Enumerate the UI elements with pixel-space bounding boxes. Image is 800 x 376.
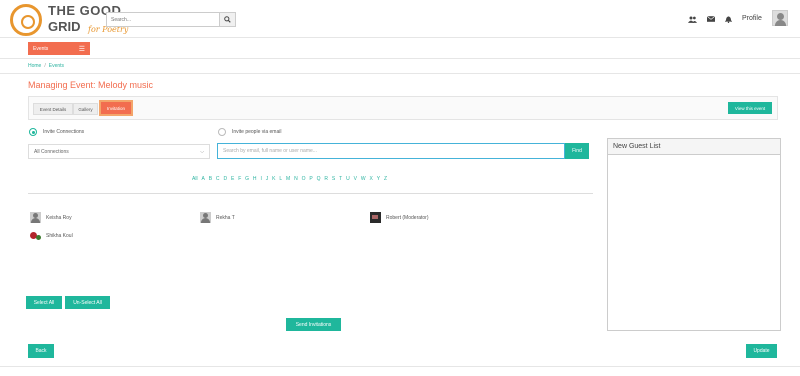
search-input[interactable] bbox=[107, 13, 219, 26]
alphabet-letter[interactable]: F bbox=[238, 176, 241, 182]
photo-icon bbox=[370, 212, 381, 223]
header-divider bbox=[0, 37, 800, 38]
alphabet-letter[interactable]: W bbox=[361, 176, 366, 182]
guest-list-title: New Guest List bbox=[608, 139, 780, 155]
alphabet-letter[interactable]: H bbox=[253, 176, 257, 182]
guest-item[interactable]: Rekha T bbox=[200, 212, 235, 223]
invite-connections-radio[interactable] bbox=[29, 128, 37, 136]
guest-search-placeholder: Search by email, full name or user name.… bbox=[223, 148, 317, 154]
alphabet-letter[interactable]: B bbox=[209, 176, 212, 182]
alphabet-letter[interactable]: Q bbox=[317, 176, 321, 182]
alphabet-letter[interactable]: M bbox=[286, 176, 290, 182]
breadcrumb-divider bbox=[0, 73, 800, 74]
tab-gallery[interactable]: Gallery bbox=[73, 103, 98, 115]
connections-select-value: All Connections bbox=[34, 148, 69, 155]
alphabet-letter[interactable]: S bbox=[332, 176, 335, 182]
search-button[interactable] bbox=[219, 13, 235, 26]
alphabet-letter[interactable]: A bbox=[201, 176, 204, 182]
events-menu-button[interactable]: Events ☰ bbox=[28, 42, 90, 55]
users-icon[interactable] bbox=[688, 16, 697, 23]
find-button[interactable]: Find bbox=[565, 143, 589, 159]
guest-item[interactable]: Robert (Moderator) bbox=[370, 212, 429, 223]
alphabet-letter[interactable]: E bbox=[231, 176, 234, 182]
alphabet-letter[interactable]: P bbox=[309, 176, 312, 182]
guest-name: Keisha Roy bbox=[46, 214, 72, 221]
search-icon bbox=[224, 16, 231, 23]
alphabet-filter: All A B C D E F G H I J K L M N O P Q R S T U V W X Y Z bbox=[192, 176, 387, 182]
profile-link[interactable]: Profile bbox=[742, 15, 762, 22]
breadcrumb-home[interactable]: Home bbox=[28, 63, 41, 69]
guest-search-input[interactable]: Search by email, full name or user name.… bbox=[217, 143, 565, 159]
logo-emblem-icon bbox=[10, 4, 42, 36]
alphabet-letter[interactable]: G bbox=[245, 176, 249, 182]
bell-icon[interactable] bbox=[725, 15, 732, 23]
breadcrumb-separator: / bbox=[44, 63, 46, 69]
alphabet-letter[interactable]: Z bbox=[384, 176, 387, 182]
alphabet-letter[interactable]: V bbox=[354, 176, 357, 182]
chevron-down-icon: ⌵ bbox=[200, 148, 204, 155]
tab-event-details[interactable]: Event Details bbox=[33, 103, 73, 115]
menu-list-icon: ☰ bbox=[78, 45, 85, 53]
new-guest-list-panel: New Guest List bbox=[607, 138, 781, 331]
footer-divider bbox=[0, 366, 800, 367]
alphabet-divider bbox=[28, 193, 593, 194]
connections-select[interactable]: All Connections ⌵ bbox=[28, 144, 210, 159]
envelope-icon[interactable] bbox=[707, 16, 715, 22]
alphabet-letter[interactable]: K bbox=[272, 176, 275, 182]
alphabet-letter[interactable]: R bbox=[324, 176, 328, 182]
send-invitations-button[interactable]: Send Invitations bbox=[286, 318, 341, 331]
page-title: Managing Event: Melody music bbox=[28, 80, 154, 90]
alphabet-letter[interactable]: X bbox=[369, 176, 372, 182]
flower-icon bbox=[30, 230, 41, 241]
guest-name: Robert (Moderator) bbox=[386, 214, 429, 221]
person-icon bbox=[200, 212, 211, 223]
alphabet-letter[interactable]: O bbox=[302, 176, 306, 182]
guest-item[interactable]: Shikha Koul bbox=[30, 230, 73, 241]
person-icon bbox=[30, 212, 41, 223]
breadcrumb-events[interactable]: Events bbox=[49, 63, 64, 69]
invite-connections-label: Invite Connections bbox=[43, 129, 85, 135]
alphabet-letter[interactable]: Y bbox=[377, 176, 380, 182]
alphabet-letter[interactable]: D bbox=[223, 176, 227, 182]
invite-connections-option[interactable]: Invite Connections bbox=[29, 128, 84, 136]
select-all-button[interactable]: Select All bbox=[26, 296, 62, 309]
tab-invitation[interactable]: Invitation bbox=[99, 100, 133, 116]
alphabet-letter[interactable]: N bbox=[294, 176, 298, 182]
alphabet-letter[interactable]: U bbox=[346, 176, 350, 182]
alphabet-letter[interactable]: T bbox=[339, 176, 342, 182]
alphabet-letter[interactable]: C bbox=[216, 176, 220, 182]
alphabet-letter[interactable]: All bbox=[192, 176, 198, 182]
guest-item[interactable]: Keisha Roy bbox=[30, 212, 72, 223]
user-avatar[interactable] bbox=[772, 10, 788, 26]
nav-divider bbox=[0, 58, 800, 59]
guest-name: Rekha T bbox=[216, 214, 235, 221]
header-icons bbox=[688, 15, 732, 23]
events-menu-label: Events bbox=[33, 45, 49, 52]
alphabet-letter[interactable]: J bbox=[266, 176, 269, 182]
invite-email-label: Invite people via email bbox=[232, 129, 282, 135]
guest-name: Shikha Koul bbox=[46, 232, 73, 239]
back-button[interactable]: Back bbox=[28, 344, 54, 358]
alphabet-letter[interactable]: I bbox=[260, 176, 261, 182]
breadcrumb: Home / Events bbox=[28, 63, 64, 69]
search-bar bbox=[106, 12, 236, 27]
invite-email-radio[interactable] bbox=[218, 128, 226, 136]
invite-email-option[interactable]: Invite people via email bbox=[218, 128, 281, 136]
alphabet-letter[interactable]: L bbox=[279, 176, 282, 182]
unselect-all-button[interactable]: Un-Select All bbox=[65, 296, 110, 309]
update-button[interactable]: Update bbox=[746, 344, 777, 358]
logo-text-line2: GRID bbox=[48, 19, 81, 34]
tab-bar: Event Details Gallery Invitation View th… bbox=[28, 96, 778, 120]
view-event-button[interactable]: View this event bbox=[728, 102, 772, 114]
